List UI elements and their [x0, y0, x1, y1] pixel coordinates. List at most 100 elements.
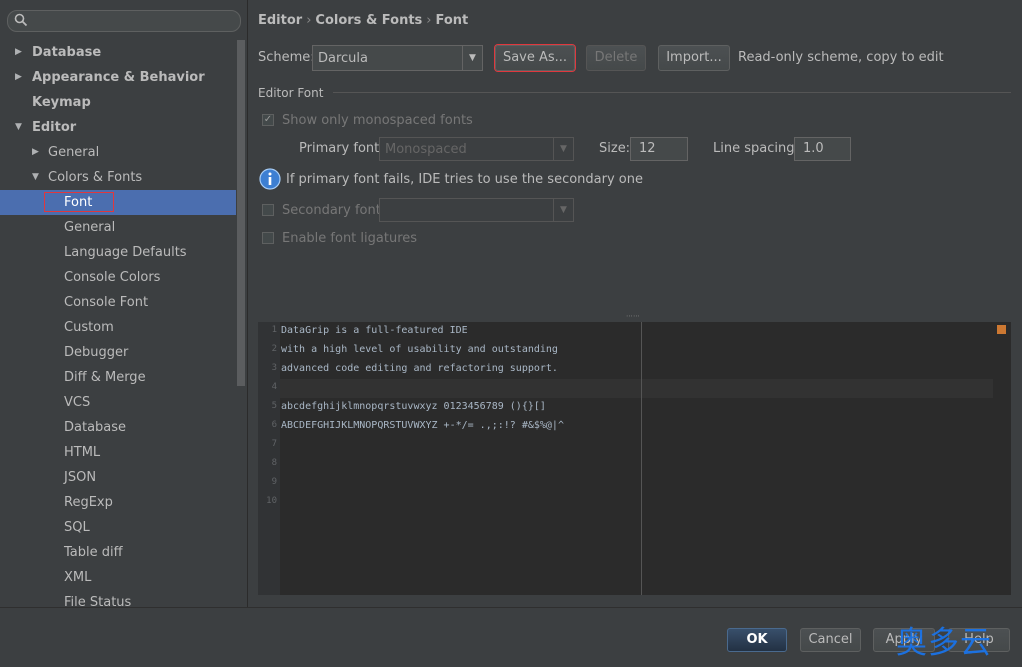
sidebar-item-colors-fonts[interactable]: ▼ Colors & Fonts — [0, 165, 236, 190]
delete-button[interactable]: Delete — [586, 45, 646, 71]
line-number: 10 — [266, 496, 277, 506]
monospaced-checkbox[interactable]: ✓ — [262, 114, 274, 126]
sidebar-item-editor[interactable]: ▼ Editor — [0, 115, 236, 140]
sidebar-item-diff-merge[interactable]: Diff & Merge — [0, 365, 236, 390]
sidebar-item-database[interactable]: Database — [0, 415, 236, 440]
sidebar-item-debugger[interactable]: Debugger — [0, 340, 236, 365]
monospaced-label: Show only monospaced fonts — [282, 113, 473, 128]
sidebar-item-appearance-behavior[interactable]: ▶ Appearance & Behavior — [0, 65, 236, 90]
check-icon: ✓ — [263, 114, 273, 125]
breadcrumb-separator: › — [426, 13, 432, 28]
resize-handle-icon[interactable]: ⋯⋯ — [626, 313, 642, 320]
preview-code-line: with a high level of usability and outst… — [281, 344, 558, 355]
line-spacing-field[interactable]: 1.0 — [794, 137, 851, 161]
sidebar-item-label: VCS — [64, 395, 91, 410]
line-number: 6 — [271, 420, 277, 430]
preview-code-line: ABCDEFGHIJKLMNOPQRSTUVWXYZ +-*/= .,;:!? … — [281, 420, 564, 431]
sidebar-item-table-diff[interactable]: Table diff — [0, 540, 236, 565]
secondary-font-label: Secondary font: — [282, 203, 386, 218]
sidebar-item-general[interactable]: ▶ General — [0, 140, 236, 165]
line-number: 9 — [271, 477, 277, 487]
sidebar-item-file-status[interactable]: File Status — [0, 590, 236, 607]
sidebar-item-label: JSON — [64, 470, 97, 485]
collapse-arrow-icon[interactable]: ▼ — [32, 165, 44, 190]
font-preview-editor[interactable]: 1 2 3 4 5 6 7 8 9 10 DataGrip is a full-featured … — [258, 322, 1011, 595]
line-number: 1 — [271, 325, 277, 335]
scheme-value: Darcula — [318, 51, 369, 66]
info-icon — [259, 168, 281, 194]
settings-sidebar: ▶ Database ▶ Appearance & Behavior Keymap ▼ Ed… — [0, 0, 248, 607]
error-stripe-marker[interactable] — [997, 325, 1006, 334]
primary-font-select[interactable]: Monospaced ▼ — [379, 137, 574, 161]
cancel-button[interactable]: Cancel — [800, 628, 861, 652]
chevron-down-icon: ▼ — [553, 138, 573, 160]
line-number: 4 — [271, 382, 277, 392]
sidebar-item-label: Console Font — [64, 295, 149, 310]
preview-code-line: advanced code editing and refactoring su… — [281, 363, 558, 374]
sidebar-item-sql[interactable]: SQL — [0, 515, 236, 540]
sidebar-item-language-defaults[interactable]: Language Defaults — [0, 240, 236, 265]
line-number: 2 — [271, 344, 277, 354]
line-number: 8 — [271, 458, 277, 468]
sidebar-item-json[interactable]: JSON — [0, 465, 236, 490]
sidebar-item-label: Keymap — [32, 95, 91, 110]
secondary-font-select[interactable]: ▼ — [379, 198, 574, 222]
sidebar-item-label: Database — [64, 420, 127, 435]
sidebar-item-label: General — [48, 145, 100, 160]
highlight-annotation-box — [44, 192, 114, 212]
scheme-select[interactable]: Darcula ▼ — [312, 45, 483, 71]
sidebar-item-label: General — [64, 220, 116, 235]
line-spacing-label: Line spacing: — [713, 141, 799, 156]
size-label: Size: — [599, 141, 631, 156]
save-as-button[interactable]: Save As... — [495, 45, 575, 71]
sidebar-item-label: File Status — [64, 595, 132, 607]
search-icon — [14, 13, 28, 31]
line-number: 7 — [271, 439, 277, 449]
watermark-logo: 奥多云 — [896, 625, 992, 661]
collapse-arrow-icon[interactable]: ▼ — [15, 115, 27, 140]
line-number: 3 — [271, 363, 277, 373]
sidebar-item-vcs[interactable]: VCS — [0, 390, 236, 415]
sidebar-item-database[interactable]: ▶ Database — [0, 40, 236, 65]
sidebar-item-keymap[interactable]: Keymap — [0, 90, 236, 115]
primary-font-label: Primary font: — [299, 141, 384, 156]
sidebar-item-label: Editor — [32, 120, 77, 135]
expand-arrow-icon[interactable]: ▶ — [15, 65, 27, 90]
sidebar-item-console-colors[interactable]: Console Colors — [0, 265, 236, 290]
preview-code-line: DataGrip is a full-featured IDE — [281, 325, 468, 336]
readonly-note: Read-only scheme, copy to edit — [738, 50, 944, 65]
sidebar-item-label: Debugger — [64, 345, 129, 360]
expand-arrow-icon[interactable]: ▶ — [15, 40, 27, 65]
sidebar-item-xml[interactable]: XML — [0, 565, 236, 590]
secondary-font-checkbox[interactable] — [262, 204, 274, 216]
sidebar-item-html[interactable]: HTML — [0, 440, 236, 465]
line-number-gutter: 1 2 3 4 5 6 7 8 9 10 — [258, 322, 280, 595]
line-number: 5 — [271, 401, 277, 411]
ok-button[interactable]: OK — [727, 628, 787, 652]
size-field[interactable]: 12 — [630, 137, 688, 161]
sidebar-item-regexp[interactable]: RegExp — [0, 490, 236, 515]
ligatures-checkbox[interactable] — [262, 232, 274, 244]
dialog-footer: OK Cancel Apply Help — [0, 607, 1022, 667]
scheme-label: Scheme: — [258, 50, 315, 65]
sidebar-item-label: Console Colors — [64, 270, 161, 285]
sidebar-item-label: Colors & Fonts — [48, 170, 143, 185]
expand-arrow-icon[interactable]: ▶ — [32, 140, 44, 165]
sidebar-item-label: Diff & Merge — [64, 370, 146, 385]
sidebar-item-label: Appearance & Behavior — [32, 70, 205, 85]
settings-tree: ▶ Database ▶ Appearance & Behavior Keymap ▼ Ed… — [0, 40, 236, 607]
sidebar-item-label: HTML — [64, 445, 101, 460]
breadcrumb-separator: › — [306, 13, 312, 28]
sidebar-item-console-font[interactable]: Console Font — [0, 290, 236, 315]
sidebar-item-general[interactable]: General — [0, 215, 236, 240]
sidebar-item-label: Database — [32, 45, 102, 60]
sidebar-item-custom[interactable]: Custom — [0, 315, 236, 340]
sidebar-item-font[interactable]: Font — [0, 190, 236, 215]
sidebar-item-label: Custom — [64, 320, 114, 335]
import-button[interactable]: Import... — [658, 45, 730, 71]
settings-search-input[interactable] — [7, 10, 241, 32]
ligatures-label: Enable font ligatures — [282, 231, 418, 246]
sidebar-scrollbar-thumb[interactable] — [237, 40, 245, 386]
current-line-highlight — [280, 379, 993, 398]
sidebar-item-label: Table diff — [64, 545, 123, 560]
